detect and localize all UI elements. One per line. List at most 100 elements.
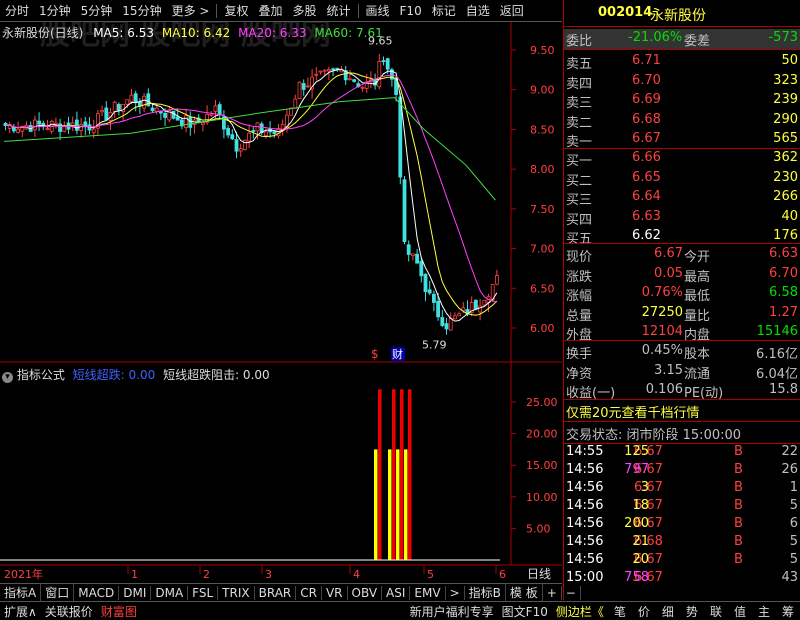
indicator-tick-label: 25.00 [526,396,558,409]
finance-marker[interactable]: 财 [392,347,403,361]
kline-chart[interactable]: 股吧网 股吧网 股吧网 9.509.008.508.007.507.006.506… [0,22,562,583]
quote-cell: 565 [773,131,798,146]
quote-cell: 6.62 [632,228,661,243]
footer-tab[interactable]: 细 [656,603,680,620]
toolbar-item[interactable]: F10 [395,4,427,18]
candle-body [406,244,411,255]
ma20-label: MA20: 6.33 [238,26,307,40]
footer-tab[interactable]: 筹 [776,603,800,620]
toolbar-item[interactable]: 叠加 [253,2,287,19]
chevron-down-icon[interactable]: ▾ [2,372,13,383]
indicator-tab[interactable]: 窗口 [41,584,75,601]
quote-cell: B [734,516,743,531]
quote-cell: 0.05 [654,265,683,281]
indicator-tab[interactable]: MACD [74,585,120,600]
candle-body [238,148,243,152]
candle-body [112,101,117,112]
quote-cell: 买二 [566,173,593,189]
quote-cell: 14:56 [566,516,604,531]
toolbar-item[interactable]: 5分钟 [76,2,118,19]
indicator-tab[interactable]: FSL [188,585,219,600]
indicator-tab[interactable]: BRAR [255,585,297,600]
indicator-tab[interactable]: ASI [382,585,411,600]
quote-cell: 15.8 [769,382,798,397]
signal-marker[interactable]: $ [371,347,379,361]
quote-cell: 总量 [566,308,593,324]
candle-body [423,273,428,293]
indicator-tick-label: 15.00 [526,459,558,472]
footer-tab[interactable]: 联 [704,603,728,620]
footer-link[interactable]: 图文F10 [498,603,552,620]
toolbar-item[interactable]: 分时 [0,2,34,19]
footer-tab[interactable]: 价 [632,603,656,620]
quote-cell: 涨幅 [566,289,593,304]
quote-row: 卖二 6.68 290 [564,111,800,131]
indicator-tab[interactable]: TRIX [218,585,255,600]
footer-link[interactable]: 侧边栏《 [552,603,608,620]
indicator-tick-label: 10.00 [526,491,558,504]
candle-body [335,67,340,70]
candle-body [352,79,357,82]
footer-item[interactable]: 财富图 [97,603,141,620]
candle-body [75,119,79,131]
candle-body [331,68,336,71]
indicator-title[interactable]: 指标公式 [17,368,65,382]
toolbar-item[interactable]: 画线 [361,2,395,19]
quote-cell: 卖三 [566,96,593,111]
quote-cell: 6.65 [632,169,661,185]
toolbar-item[interactable]: 统计 [322,2,356,19]
candle-body [58,123,62,132]
indicator-tab[interactable]: EMV [410,585,446,600]
quote-cell: 6.70 [632,72,661,88]
toolbar-item[interactable]: 自选 [461,2,495,19]
candle-body [444,323,449,330]
indicator-bar [388,449,392,560]
footer-item[interactable]: 扩展∧ [0,603,41,620]
quote-cell: 股本 [684,347,711,362]
indicator-tab[interactable]: + [543,585,562,600]
indicator-tab[interactable]: 指标A [0,584,42,601]
quote-cell: 40 [781,208,798,224]
indicator-tab[interactable]: DMI [119,585,152,600]
toolbar-item[interactable]: 更多 > [167,2,215,19]
indicator-tab[interactable]: VR [322,585,348,600]
stock-name: 永新股份 [650,8,706,24]
quote-cell: 239 [773,92,798,107]
quote-cell: 卖四 [566,76,593,92]
indicator-label-2: 短线超跌阻击: 0.00 [163,368,270,382]
toolbar-item[interactable]: 返回 [495,2,529,19]
toolbar-item[interactable]: 标记 [427,2,461,19]
ma5-label: MA5: 6.53 [93,26,154,40]
price-tick-label: 8.00 [530,163,555,176]
month-label: 5 [427,568,434,581]
toolbar-item[interactable]: 复权 [219,2,253,19]
quote-cell: 1.27 [769,304,798,320]
footer-tab[interactable]: 势 [680,603,704,620]
candle-body [91,128,96,134]
year-label: 2021年 [4,567,43,581]
footer-tab[interactable]: 值 [728,603,752,620]
quote-cell: 买三 [566,193,593,208]
quote-cell: 14:55 [566,444,604,459]
footer-tab[interactable]: 笔 [608,603,632,620]
candle-body [234,139,239,152]
indicator-tab[interactable]: 模 板 [506,584,543,601]
toolbar-item[interactable]: 1分钟 [34,2,76,19]
toolbar-item[interactable]: 15分钟 [117,2,166,19]
indicator-header: ▾ 指标公式 短线超跌: 0.00 短线超跌阻击: 0.00 [2,366,270,383]
footer-item[interactable]: 关联报价 [41,603,97,620]
quote-cell: 26 [781,462,798,477]
indicator-tab[interactable]: CR [296,585,322,600]
footer-link[interactable]: 新用户福利专享 [406,603,498,620]
indicator-tab[interactable]: DMA [151,585,189,600]
price-tick-label: 6.50 [530,282,555,295]
indicator-label-1: 短线超跌: 0.00 [72,368,156,382]
period-label[interactable]: 日线 [527,567,551,581]
candle-body [402,179,407,242]
indicator-tab[interactable]: 指标B [465,584,506,601]
quote-cell: 最低 [684,289,711,304]
footer-tab[interactable]: 主 [752,603,776,620]
indicator-tab[interactable]: OBV [348,585,383,600]
indicator-tab[interactable]: > [446,585,465,600]
toolbar-item[interactable]: 多股 [287,2,321,19]
